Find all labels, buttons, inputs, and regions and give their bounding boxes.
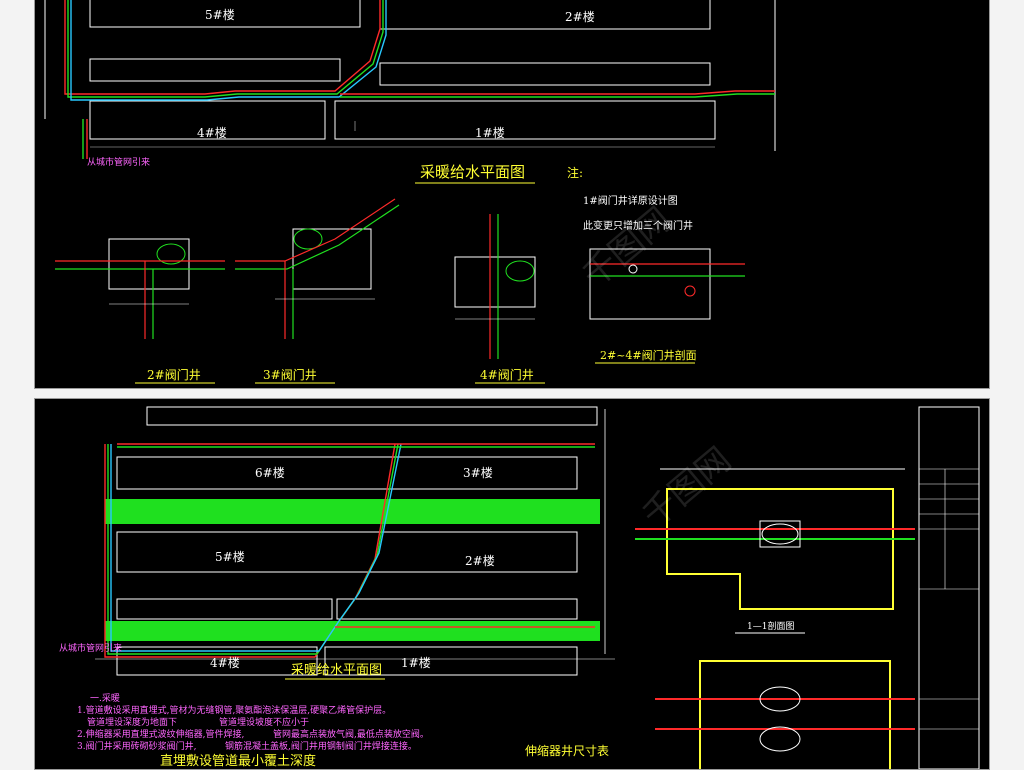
building-5-lower-outline <box>89 58 341 82</box>
building-6-label: 6#楼 <box>255 465 285 480</box>
watermark-bottom: 千图网 <box>635 440 739 536</box>
top-drawing-sheet: 5#楼 2#楼 4#楼 1#楼 从城市管网引来 采暖给水平面图 注: 1#阀门井… <box>34 0 990 389</box>
well-3-label: 3#阀门井 <box>263 367 317 382</box>
plan-title: 采暖给水平面图 <box>420 163 525 181</box>
bottom-note-3: 3.阀门井采用砖砌砂浆阀门井, <box>77 740 196 752</box>
valve-well-4-detail <box>454 214 536 359</box>
title-block <box>918 406 980 769</box>
bottom-note-2b: 管网最高点装放气阀,最低点装放空阀。 <box>273 728 429 740</box>
well-4-label: 4#阀门井 <box>480 367 534 382</box>
building-4b-label: 4#楼 <box>210 655 240 670</box>
note-1: 1#阀门井详原设计图 <box>583 194 678 207</box>
building-1b-label: 1#楼 <box>401 655 431 670</box>
expansion-well-plan <box>655 660 915 769</box>
bottom-note-1b: 管道埋设深度为地面下 <box>87 716 177 728</box>
table-title: 伸缩器井尺寸表 <box>525 743 609 758</box>
building-2-outline <box>379 0 711 30</box>
green-belt-upper <box>105 499 600 524</box>
bottom-note-1: 1.管道敷设采用直埋式,管材为无缝钢管,聚氨酯泡沫保温层,硬聚乙烯管保护层。 <box>77 704 391 716</box>
section-title: 2#~4#阀门井剖面 <box>600 348 697 362</box>
watermark-top: 千图网 <box>575 200 679 296</box>
building-1-label: 1#楼 <box>475 125 505 140</box>
building-4-label: 4#楼 <box>197 125 227 140</box>
well-2-label: 2#阀门井 <box>147 367 201 382</box>
building-3-label: 3#楼 <box>463 465 493 480</box>
bottom-note-1c: 管道埋设坡度不应小于 <box>219 716 309 728</box>
building-2-lower-outline <box>379 62 711 86</box>
building-1-outline <box>334 100 716 140</box>
bottom-note-3b: 钢筋混凝土盖板,阀门井用钢制阀门井焊接连接。 <box>225 740 417 752</box>
bottom-drawing-sheet: 6#楼 3#楼 5#楼 2#楼 4#楼 1#楼 从城市管网引来 采暖给水平面图 … <box>34 398 990 770</box>
city-pipe-note: 从城市管网引来 <box>87 156 150 168</box>
green-belt-lower <box>105 621 600 641</box>
valve-well-2-detail <box>55 238 225 339</box>
bottom-drawing-canvas: 6#楼 3#楼 5#楼 2#楼 4#楼 1#楼 从城市管网引来 采暖给水平面图 … <box>59 406 980 769</box>
notes-label: 注: <box>567 165 583 180</box>
plan-title-bottom: 采暖给水平面图 <box>291 663 382 678</box>
bottom-note-2: 2.伸缩器采用直埋式波纹伸缩器,管件焊接, <box>77 728 244 740</box>
building-2-label: 2#楼 <box>565 9 595 24</box>
top-drawing-canvas: 5#楼 2#楼 4#楼 1#楼 从城市管网引来 采暖给水平面图 注: 1#阀门井… <box>44 0 776 384</box>
bottom-title: 直埋敷设管道最小覆土深度 <box>160 753 316 769</box>
valve-well-3-detail <box>235 198 400 339</box>
city-pipe-note-bottom: 从城市管网引来 <box>59 642 122 654</box>
notes-heading: 一.采暖 <box>90 692 120 704</box>
building-5-label: 5#楼 <box>205 7 235 22</box>
building-5b-label: 5#楼 <box>215 549 245 564</box>
section-label: 1—1剖面图 <box>747 620 794 632</box>
building-2b-label: 2#楼 <box>465 553 495 568</box>
